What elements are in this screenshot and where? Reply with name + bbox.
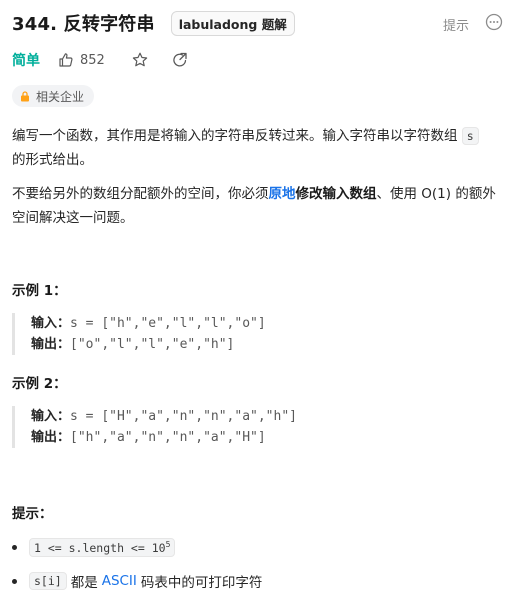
output-value: ["h","a","n","n","a","H"]	[70, 430, 266, 445]
star-icon[interactable]	[131, 51, 149, 69]
example-1-block: 输入：s = ["h","e","l","l","o"] 输出：["o","l"…	[12, 313, 342, 355]
example-1-title: 示例 1：	[12, 283, 67, 299]
constraint-exponent: 5	[165, 540, 171, 549]
example-2-title: 示例 2：	[12, 376, 67, 392]
modify-input-array-text: 修改输入数组	[295, 186, 377, 202]
input-label: 输入：	[31, 409, 71, 424]
constraint-code-text: 1 <= s.length <= 10	[34, 540, 166, 555]
example-2-output: 输出：["h","a","n","n","a","H"]	[31, 427, 342, 448]
constraint-code: s[i]	[29, 572, 67, 590]
ascii-link[interactable]: ASCII	[102, 573, 137, 589]
constraint-text: 码表中的可打印字符	[140, 575, 263, 591]
related-companies-tag[interactable]: 相关企业	[12, 85, 95, 107]
example-1-input: 输入：s = ["h","e","l","l","o"]	[31, 313, 342, 334]
in-place-link[interactable]: 原地	[269, 186, 296, 202]
output-label: 输出：	[31, 430, 71, 445]
like-button[interactable]: 852	[58, 52, 105, 68]
input-value: s = ["h","e","l","l","o"]	[70, 316, 266, 331]
description-text: 不要给另外的数组分配额外的空间，你必须	[12, 186, 269, 202]
input-value: s = ["H","a","n","n","a","h"]	[70, 409, 297, 424]
more-circle-icon[interactable]	[485, 13, 503, 31]
constraint-code: 1 <= s.length <= 105	[29, 538, 176, 557]
related-companies-label: 相关企业	[36, 89, 85, 104]
example-1-output: 输出：["o","l","l","e","h"]	[31, 334, 342, 355]
description-text: 编写一个函数，其作用是将输入的字符串反转过来。输入字符串以字符数组	[12, 128, 458, 144]
share-icon[interactable]	[171, 51, 189, 69]
constraint-item-1: 1 <= s.length <= 105	[12, 538, 179, 557]
lock-icon	[21, 90, 29, 101]
constraint-item-2: s[i] 都是 ASCII 码表中的可打印字符	[12, 571, 262, 591]
example-2-block: 输入：s = ["H","a","n","n","a","h"] 输出：["h"…	[12, 406, 342, 448]
problem-header: 344. 反转字符串 labuladong 题解 提示	[12, 10, 503, 36]
output-label: 输出：	[31, 337, 71, 352]
inline-code-s: s	[461, 127, 479, 145]
example-2-input: 输入：s = ["H","a","n","n","a","h"]	[31, 406, 342, 427]
constraint-text: 都是	[70, 575, 98, 591]
bullet-icon	[12, 544, 17, 550]
labuladong-solution-badge[interactable]: labuladong 题解	[170, 10, 295, 36]
like-count: 852	[80, 52, 105, 68]
thumbs-up-icon	[59, 53, 73, 67]
description-paragraph-1: 编写一个函数，其作用是将输入的字符串反转过来。输入字符串以字符数组 s 的形式给…	[12, 124, 497, 172]
input-label: 输入：	[31, 316, 71, 331]
problem-title: 344. 反转字符串	[12, 14, 155, 35]
hint-button[interactable]: 提示	[443, 15, 469, 34]
output-value: ["o","l","l","e","h"]	[70, 337, 235, 352]
difficulty-badge: 简单	[12, 53, 40, 69]
description-text: 的形式给出。	[12, 152, 93, 168]
problem-meta: 简单 852	[12, 50, 189, 70]
description-paragraph-2: 不要给另外的数组分配额外的空间，你必须原地修改输入数组、使用 O(1) 的额外空…	[12, 182, 497, 230]
constraints-title: 提示：	[12, 506, 53, 522]
bullet-icon	[12, 578, 17, 584]
